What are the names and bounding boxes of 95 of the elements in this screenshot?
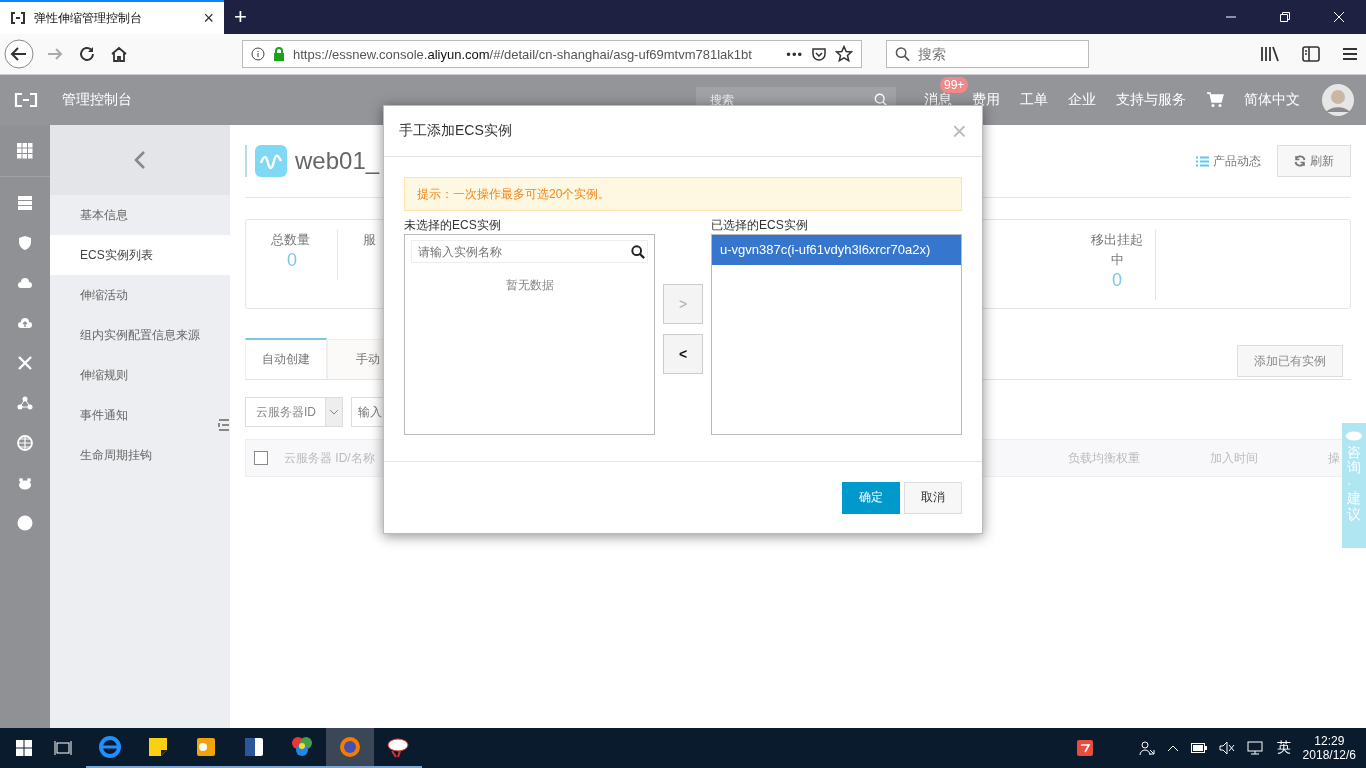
app-icon: [386, 735, 410, 759]
volume-muted-icon[interactable]: [1218, 741, 1235, 755]
close-tab-button[interactable]: ×: [203, 7, 214, 29]
refresh-icon: [1294, 155, 1306, 167]
column-header: 负载均衡权重: [1068, 449, 1140, 467]
sidebar-item[interactable]: 伸缩活动: [50, 275, 230, 315]
nav-link[interactable]: 支持与服务: [1116, 91, 1186, 109]
address-bar[interactable]: https://essnew.console.aliyun.com/#/detail/cn-shanghai/asg-uf69mtvm781lak1bt •••: [242, 40, 862, 68]
url-text: https://essnew.console.aliyun.com/#/detail/cn-shanghai/asg-uf69mtvm781lak1bt: [293, 46, 753, 62]
list-item[interactable]: u-vgvn387c(i-uf61vdyh3l6xrcr70a2x): [712, 235, 961, 265]
search-input[interactable]: 搜索: [708, 92, 874, 108]
search-input[interactable]: 搜索: [916, 45, 1080, 63]
note-icon: [146, 735, 170, 759]
collapse-handle-icon[interactable]: [218, 418, 230, 432]
library-icon[interactable]: [1260, 45, 1280, 63]
stat-label: 总数量: [271, 231, 311, 249]
sidebar-item[interactable]: ECS实例列表: [50, 235, 230, 275]
cart-icon[interactable]: [1206, 92, 1224, 108]
avatar-icon[interactable]: [1322, 84, 1354, 116]
chevron-up-icon[interactable]: [1166, 744, 1179, 752]
product-news-link[interactable]: 产品动态: [1196, 152, 1261, 170]
people-icon[interactable]: [1138, 740, 1155, 756]
refresh-button[interactable]: 刷新: [1277, 145, 1351, 177]
move-left-button[interactable]: <: [663, 334, 703, 374]
ie-icon: [98, 735, 122, 759]
sidebar-item[interactable]: 事件通知: [50, 395, 230, 435]
info-icon[interactable]: [251, 47, 265, 61]
battery-icon[interactable]: [1190, 743, 1207, 753]
logo-icon: [10, 12, 26, 24]
browser-tab[interactable]: 弹性伸缩管理控制台 ×: [0, 0, 224, 34]
nav-link[interactable]: 费用: [972, 91, 1000, 109]
sidebar-item[interactable]: 伸缩规则: [50, 355, 230, 395]
sidebar-item[interactable]: 组内实例配置信息来源: [50, 315, 230, 355]
tab-title: 弹性伸缩管理控制台: [34, 9, 143, 27]
confirm-button[interactable]: 确定: [842, 481, 900, 514]
server-icon[interactable]: [17, 195, 33, 211]
reload-icon[interactable]: [78, 45, 96, 63]
search-field[interactable]: 搜索: [886, 40, 1089, 68]
restore-icon[interactable]: [1279, 11, 1291, 23]
windows-icon[interactable]: [16, 740, 32, 756]
sidebar-item[interactable]: 基本信息: [50, 195, 230, 235]
column-header: 操: [1328, 449, 1340, 467]
back-chevron-icon[interactable]: [133, 150, 147, 170]
logo-icon[interactable]: [14, 93, 38, 107]
language-link[interactable]: 简体中文: [1244, 91, 1300, 109]
app-tray-icon[interactable]: [1076, 740, 1093, 756]
circle-icon[interactable]: [17, 515, 33, 531]
search-icon[interactable]: [631, 244, 645, 259]
stat-value: 0: [286, 250, 298, 271]
console-title[interactable]: 管理控制台: [62, 91, 132, 109]
column-header: 加入时间: [1210, 449, 1258, 467]
sidebar-icon[interactable]: [1302, 46, 1320, 62]
list-icon: [1196, 155, 1209, 167]
stat-value: 0: [1111, 270, 1123, 291]
chat-icon: [1346, 431, 1362, 441]
lock-icon: [273, 47, 285, 61]
new-tab-button[interactable]: +: [234, 4, 247, 30]
page-title: web01_: [295, 147, 380, 175]
globe-icon[interactable]: [17, 435, 33, 451]
back-icon[interactable]: [4, 39, 34, 69]
pocket-icon[interactable]: [811, 46, 827, 62]
dialog-title: 手工添加ECS实例: [399, 122, 513, 140]
nav-link[interactable]: 工单: [1020, 91, 1048, 109]
menu-icon[interactable]: [1342, 47, 1358, 61]
list-label: 已选择的ECS实例: [711, 217, 809, 234]
sidebar-item[interactable]: 生命周期挂钩: [50, 435, 230, 475]
close-icon[interactable]: [1333, 11, 1345, 23]
nav-link[interactable]: 企业: [1068, 91, 1096, 109]
cloud-icon[interactable]: [17, 275, 33, 291]
tab[interactable]: 自动创建: [245, 338, 327, 379]
empty-message: 暂无数据: [504, 277, 555, 294]
filter-select[interactable]: 云服务器ID: [245, 397, 343, 427]
search-icon: [895, 46, 910, 62]
more-button[interactable]: •••: [786, 46, 803, 62]
notification-badge: 99+: [940, 77, 969, 93]
stat-label: 移出挂起中: [1090, 231, 1144, 269]
notice-message: 提示：一次操作最多可选20个实例。: [404, 177, 962, 211]
list-label: 未选择的ECS实例: [404, 217, 502, 234]
clock[interactable]: 12:29 2018/12/6: [1302, 734, 1356, 762]
add-existing-button[interactable]: 添加已有实例: [1237, 345, 1343, 377]
cloud-upload-icon[interactable]: [17, 315, 33, 331]
column-header: 云服务器 ID/名称: [284, 449, 375, 467]
input-method-indicator[interactable]: 英: [1276, 739, 1291, 757]
nodes-icon[interactable]: [17, 395, 33, 411]
cancel-button[interactable]: 取消: [904, 481, 962, 514]
search-input[interactable]: 请输入实例名称: [416, 243, 631, 260]
task-view-icon[interactable]: [54, 740, 72, 756]
wave-logo-icon: [255, 145, 287, 177]
shield-icon[interactable]: [17, 235, 33, 251]
home-icon[interactable]: [110, 45, 128, 63]
checkbox[interactable]: [254, 451, 268, 465]
grid-icon[interactable]: [17, 143, 33, 159]
stat-label: 服: [363, 231, 377, 249]
star-icon[interactable]: [835, 45, 853, 63]
caret-icon: [329, 409, 339, 415]
